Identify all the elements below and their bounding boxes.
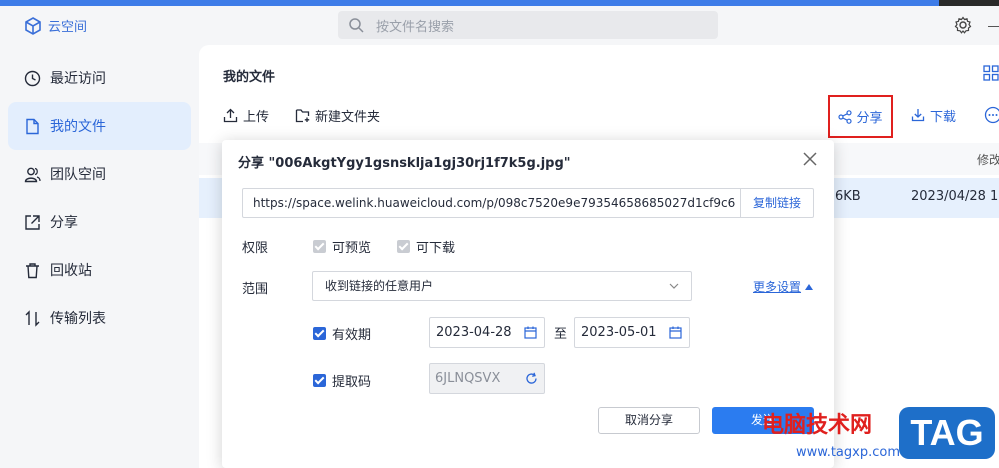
page-title: 我的文件: [223, 70, 276, 85]
validity-checkbox[interactable]: 有效期: [313, 324, 371, 343]
upload-button[interactable]: 上传: [223, 105, 269, 125]
sidebar-item-label: 我的文件: [50, 119, 106, 135]
watermark: 电脑技术网 www.tagxp.com TAG: [756, 405, 999, 468]
more-settings-label: 更多设置: [753, 280, 802, 294]
new-folder-button[interactable]: 新建文件夹: [295, 105, 380, 125]
gear-icon[interactable]: [954, 16, 972, 34]
download-button[interactable]: 下载: [911, 105, 956, 125]
search-input[interactable]: 按文件名搜索: [338, 11, 718, 39]
chevron-down-icon: [669, 283, 679, 289]
file-icon: [26, 118, 39, 134]
app-header: 云空间 按文件名搜索: [0, 6, 999, 44]
scope-select[interactable]: 收到链接的任意用户: [312, 271, 692, 301]
search-icon: [349, 18, 364, 33]
scope-label: 范围: [242, 282, 269, 297]
extract-code-checkbox[interactable]: 提取码: [313, 371, 371, 390]
sidebar-item-label: 最近访问: [50, 71, 106, 87]
upload-label: 上传: [243, 109, 270, 125]
dialog-title: 分享 "006AkgtYgy1gsnsklja1gj30rj1f7k5g.jpg…: [238, 156, 571, 171]
start-date-input[interactable]: 2023-04-28: [429, 317, 545, 348]
new-folder-label: 新建文件夹: [315, 109, 381, 125]
sidebar-item-recycle-bin[interactable]: 回收站: [8, 246, 191, 294]
sidebar-item-team-space[interactable]: 团队空间: [8, 150, 191, 198]
new-folder-icon: [295, 108, 310, 122]
more-icon[interactable]: [984, 106, 999, 124]
caret-up-icon: [805, 283, 814, 290]
calendar-icon[interactable]: [669, 326, 682, 339]
watermark-text: 电脑技术网: [762, 413, 873, 438]
sidebar-item-my-files[interactable]: 我的文件: [8, 102, 191, 150]
watermark-tag-logo: TAG: [899, 407, 995, 459]
refresh-icon[interactable]: [525, 372, 538, 385]
app-logo[interactable]: 云空间: [24, 16, 87, 35]
file-date: 2023/04/28 1: [911, 189, 999, 204]
sidebar-item-recent[interactable]: 最近访问: [8, 54, 191, 102]
sidebar-item-share[interactable]: 分享: [8, 198, 191, 246]
column-modified[interactable]: 修改: [977, 151, 999, 168]
close-icon[interactable]: [802, 151, 818, 167]
grid-view-icon[interactable]: [983, 65, 999, 81]
checkbox-checked[interactable]: [313, 327, 326, 340]
scope-value: 收到链接的任意用户: [325, 279, 434, 293]
cancel-share-button[interactable]: 取消分享: [598, 407, 700, 434]
share-label: 分享: [856, 111, 883, 126]
team-icon: [24, 167, 41, 182]
checkbox-checked-disabled[interactable]: [397, 240, 410, 253]
sidebar-item-label: 分享: [50, 215, 78, 231]
sidebar-item-label: 回收站: [50, 263, 92, 279]
sidebar-item-label: 团队空间: [50, 167, 106, 183]
clock-icon: [24, 70, 41, 86]
can-preview-checkbox[interactable]: 可预览: [313, 237, 371, 256]
copy-link-button[interactable]: 复制链接: [740, 189, 813, 217]
end-date-value: 2023-05-01: [581, 325, 657, 340]
search-placeholder: 按文件名搜索: [376, 19, 455, 35]
cloud-cube-icon: [25, 16, 41, 35]
start-date-value: 2023-04-28: [436, 325, 512, 340]
extract-code-label: 提取码: [332, 375, 372, 390]
can-download-checkbox[interactable]: 可下载: [397, 237, 455, 256]
watermark-url: www.tagxp.com: [796, 445, 900, 460]
trash-icon: [26, 262, 39, 278]
date-range-separator: 至: [554, 327, 568, 342]
validity-label: 有效期: [332, 328, 372, 343]
extract-code-input[interactable]: 6JLNQSVX: [429, 363, 545, 394]
share-link-field[interactable]: https://space.welink.huaweicloud.com/p/0…: [242, 188, 814, 218]
sidebar-item-label: 传输列表: [50, 311, 106, 327]
share-button[interactable]: 分享: [828, 95, 893, 138]
extract-code-value: 6JLNQSVX: [435, 371, 501, 386]
minimize-button[interactable]: [988, 26, 999, 27]
download-icon: [911, 109, 925, 122]
permission-label: 权限: [242, 241, 269, 256]
app-name: 云空间: [48, 20, 88, 35]
can-preview-label: 可预览: [332, 241, 372, 256]
share-link-url[interactable]: https://space.welink.huaweicloud.com/p/0…: [243, 189, 740, 217]
can-download-label: 可下载: [416, 241, 456, 256]
checkbox-checked-disabled[interactable]: [313, 240, 326, 253]
checkbox-checked[interactable]: [313, 374, 326, 387]
file-size: 6KB: [835, 189, 861, 204]
calendar-icon[interactable]: [524, 326, 537, 339]
transfer-icon: [25, 309, 40, 327]
download-label: 下载: [930, 109, 957, 125]
sidebar-item-transfer-list[interactable]: 传输列表: [8, 294, 191, 342]
share-dialog: 分享 "006AkgtYgy1gsnsklja1gj30rj1f7k5g.jpg…: [222, 140, 834, 468]
share-out-icon: [25, 214, 40, 230]
share-icon: [838, 109, 853, 124]
upload-icon: [223, 108, 238, 122]
more-settings-link[interactable]: 更多设置: [753, 278, 814, 295]
end-date-input[interactable]: 2023-05-01: [574, 317, 690, 348]
